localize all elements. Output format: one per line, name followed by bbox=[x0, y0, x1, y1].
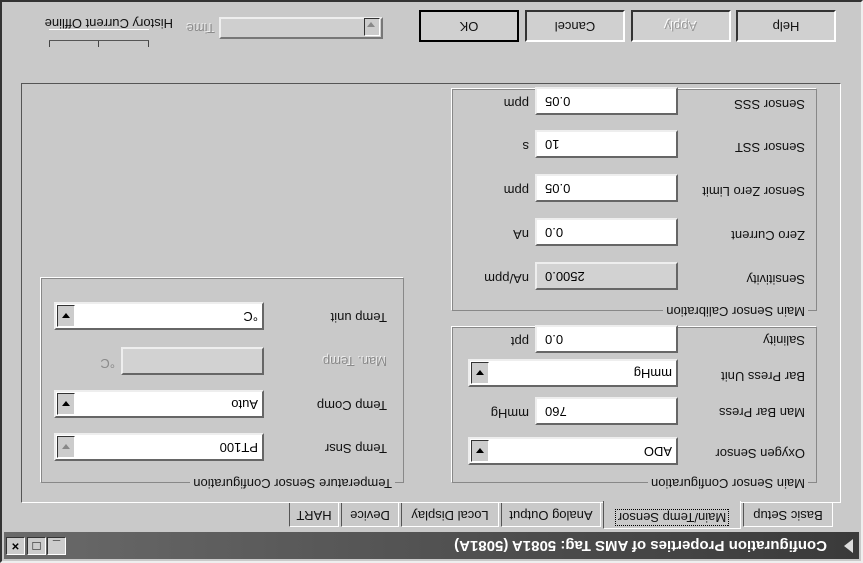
salinity-label: Salinity bbox=[763, 333, 805, 348]
sensor-sss-unit: ppm bbox=[503, 96, 529, 111]
man-temp-label: Man. Temp bbox=[322, 354, 387, 369]
sensitivity-label: Sensitivity bbox=[746, 272, 805, 287]
group-title: Main Sensor Configuration bbox=[648, 476, 808, 491]
apply-button: Apply bbox=[631, 10, 731, 42]
man-bar-press-input[interactable]: 760 bbox=[535, 397, 678, 425]
sensor-sss-label: Sensor SSS bbox=[734, 97, 805, 112]
salinity-input[interactable]: 0.0 bbox=[535, 325, 678, 353]
tab-basic-setup[interactable]: Basic Setup bbox=[743, 503, 833, 527]
temp-unit-label: Temp unit bbox=[330, 310, 387, 325]
temp-snsr-label: Temp Snsr bbox=[324, 441, 387, 456]
sensor-zero-limit-unit: ppm bbox=[503, 183, 529, 198]
chevron-down-icon[interactable] bbox=[57, 436, 75, 458]
chevron-down-icon[interactable] bbox=[471, 362, 489, 384]
time-select bbox=[219, 17, 383, 39]
maximize-button[interactable]: □ bbox=[27, 537, 46, 555]
zero-current-label: Zero Current bbox=[731, 228, 805, 243]
temp-snsr-select[interactable]: PT100 bbox=[54, 433, 264, 461]
ok-button[interactable]: OK bbox=[419, 10, 519, 42]
temp-unit-select[interactable]: °C bbox=[54, 302, 264, 330]
sensor-zero-limit-input[interactable]: 0.05 bbox=[535, 174, 678, 202]
oxygen-sensor-select[interactable]: ADO bbox=[468, 437, 678, 465]
slider-tick bbox=[49, 41, 50, 47]
zero-current-input[interactable]: 0.0 bbox=[535, 218, 678, 246]
sensitivity-input: 2500.0 bbox=[535, 262, 678, 290]
temp-comp-select[interactable]: Auto bbox=[54, 390, 264, 418]
slider-tick bbox=[98, 41, 99, 47]
group-title: Temperature Sensor Configuration bbox=[190, 476, 395, 491]
title-bar[interactable]: Configuration Properties of AMS Tag: 508… bbox=[4, 532, 859, 559]
sensor-sst-label: Sensor SST bbox=[734, 140, 805, 155]
cancel-button[interactable]: Cancel bbox=[525, 10, 625, 42]
oxygen-sensor-label: Oxygen Sensor bbox=[715, 446, 805, 461]
group-title: Main Sensor Calibration bbox=[663, 304, 808, 319]
sensor-sst-unit: s bbox=[522, 139, 530, 154]
tab-device[interactable]: Device bbox=[341, 503, 399, 527]
temp-comp-label: Temp Comp bbox=[316, 398, 387, 413]
tab-analog-output[interactable]: Analog Output bbox=[501, 503, 601, 527]
man-temp-unit: °C bbox=[100, 356, 115, 371]
chevron-down-icon[interactable] bbox=[471, 440, 489, 462]
tab-hart[interactable]: HART bbox=[289, 503, 339, 527]
close-button[interactable]: × bbox=[6, 537, 25, 555]
time-label: Time bbox=[186, 21, 215, 36]
man-temp-input bbox=[121, 347, 264, 375]
bar-press-unit-select[interactable]: mmHg bbox=[468, 359, 678, 387]
sensor-zero-limit-label: Sensor Zero Limit bbox=[702, 184, 805, 199]
chevron-down-icon[interactable] bbox=[57, 393, 75, 415]
zero-current-unit: nA bbox=[513, 227, 529, 242]
tab-main-temp-sensor[interactable]: Main/Temp Sensor bbox=[603, 501, 741, 529]
chevron-down-icon bbox=[364, 18, 380, 36]
tab-local-display[interactable]: Local Display bbox=[401, 503, 499, 527]
man-bar-press-unit: mmHg bbox=[490, 406, 529, 421]
help-button[interactable]: Help bbox=[736, 10, 836, 42]
man-bar-press-label: Man Bar Press bbox=[719, 405, 805, 420]
system-menu-icon[interactable] bbox=[835, 539, 853, 553]
slider-tick bbox=[148, 41, 149, 47]
minimize-button[interactable]: _ bbox=[47, 537, 66, 555]
chevron-down-icon[interactable] bbox=[57, 305, 75, 327]
bar-press-unit-label: Bar Press Unit bbox=[721, 369, 805, 384]
sensitivity-unit: nA/ppm bbox=[484, 271, 529, 286]
configuration-dialog: Configuration Properties of AMS Tag: 508… bbox=[0, 0, 863, 563]
sensor-sst-input[interactable]: 10 bbox=[535, 130, 678, 158]
mode-labels: History Current Offline bbox=[44, 16, 173, 31]
window-title: Configuration Properties of AMS Tag: 508… bbox=[454, 537, 827, 554]
salinity-unit: ppt bbox=[510, 334, 529, 349]
sensor-sss-input[interactable]: 0.05 bbox=[535, 87, 678, 115]
